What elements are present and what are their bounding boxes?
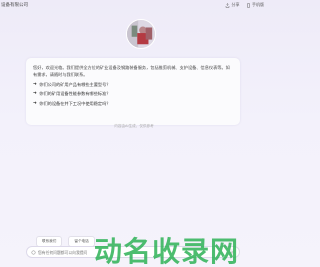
- arrow-right-icon: ➜: [33, 91, 37, 96]
- share-button[interactable]: 分享: [225, 2, 240, 8]
- welcome-card: 您好，欢迎光临。我们提供全方位的矿业设备及钢路装备服务，包括推剪机械、支护设备、…: [26, 58, 240, 125]
- company-name: 设备有限公司: [1, 3, 28, 8]
- phone-icon: [246, 2, 250, 8]
- phone-version-button[interactable]: 手机版: [246, 2, 264, 8]
- share-label: 分享: [231, 2, 240, 7]
- arrow-right-icon: ➜: [33, 100, 37, 106]
- watermark-logo: 动名收录网: [94, 235, 240, 267]
- avatar-photo: [127, 20, 155, 48]
- suggestion-item[interactable]: ➜ 你们公司的矿用产品有哪些主要型号？: [33, 82, 233, 88]
- suggestion-text: 你们的设备在井下工况中使用稳定吗？: [39, 100, 111, 106]
- greeting-text: 您好，欢迎光临。我们提供全方位的矿业设备及钢路装备服务，包括推剪机械、支护设备、…: [33, 65, 230, 77]
- assistant-avatar: [126, 19, 156, 49]
- suggestion-text: 你们公司的矿用产品有哪些主要型号？: [39, 81, 111, 87]
- top-bar: 设备有限公司 分享 手机版: [0, 0, 268, 14]
- suggestion-item[interactable]: ➜ 你们的设备在井下工况中使用稳定吗？: [33, 101, 233, 107]
- phone-label: 手机版: [252, 2, 264, 7]
- ai-generated-note: 内容由AI生成，仅供参考: [114, 124, 154, 128]
- chat-bubble-icon: [31, 250, 36, 254]
- suggestion-item[interactable]: ➜ 你们的矿用设备性能参数有哪些标准？: [33, 91, 233, 97]
- top-actions: 分享 手机版: [225, 2, 264, 8]
- arrow-right-icon: ➜: [33, 81, 37, 87]
- share-icon: [225, 2, 230, 8]
- suggestion-text: 你们的矿用设备性能参数有哪些标准？: [39, 91, 111, 96]
